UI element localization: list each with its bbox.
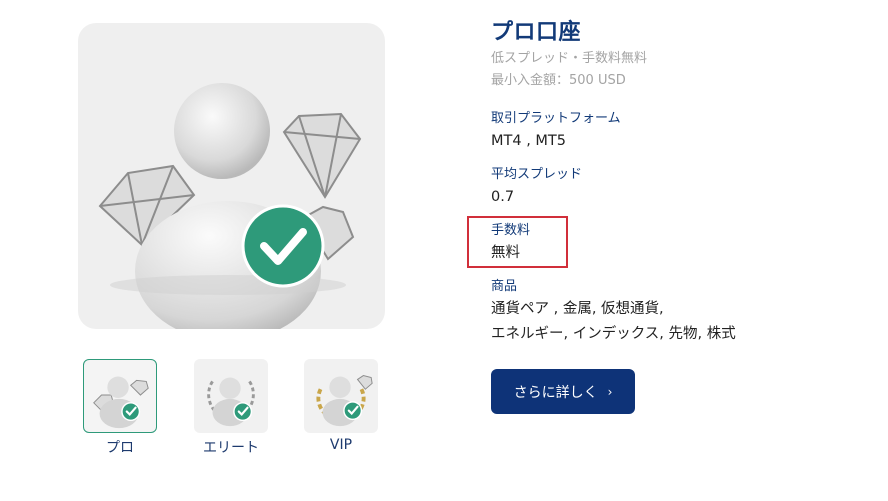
min-deposit-text: 最小入金額：500 USD — [491, 73, 626, 88]
learn-more-label: さらに詳しく — [513, 384, 598, 401]
account-info-panel: プロ口座 低スプレッド・手数料無料 最小入金額：500 USD 取引プラットフォ… — [491, 18, 871, 342]
spec-platform: 取引プラットフォーム MT4 , MT5 — [491, 109, 621, 154]
user-with-diamonds-check-icon — [98, 83, 362, 329]
account-tab-pro[interactable]: プロ — [83, 359, 157, 457]
account-subtitle: 低スプレッド・手数料無料 — [491, 51, 648, 66]
spec-label: 取引プラットフォーム — [491, 111, 621, 126]
user-gold-laurel-icon — [304, 359, 378, 433]
spec-value: 0.7 — [491, 189, 515, 205]
spec-value-line: 通貨ペア , 金属, 仮想通貨, — [491, 301, 664, 317]
commission-highlight-box — [467, 216, 568, 268]
page-title: プロ口座 — [491, 20, 582, 45]
spec-value-line: エネルギー, インデックス, 先物, 株式 — [491, 326, 736, 342]
user-diamonds-icon — [83, 359, 157, 433]
spec-products: 商品 通貨ペア , 金属, 仮想通貨, エネルギー, インデックス, 先物, 株… — [491, 277, 736, 347]
account-tab-label: VIP — [329, 437, 353, 453]
chevron-right-icon: › — [607, 384, 613, 399]
account-hero-image — [78, 23, 385, 329]
account-type-selector: プロ エリート VIP — [83, 359, 383, 459]
spec-label: 平均スプレッド — [491, 167, 583, 182]
learn-more-button[interactable]: さらに詳しく › — [491, 369, 635, 414]
spec-label: 商品 — [491, 279, 518, 294]
account-tab-label: プロ — [106, 440, 134, 456]
spec-value: MT4 , MT5 — [491, 133, 567, 149]
account-tab-vip[interactable]: VIP — [304, 359, 378, 453]
spec-average-spread: 平均スプレッド 0.7 — [491, 165, 582, 210]
user-silver-laurel-icon — [194, 359, 268, 433]
account-tab-label: エリート — [203, 440, 259, 456]
account-tab-elite[interactable]: エリート — [194, 359, 268, 457]
